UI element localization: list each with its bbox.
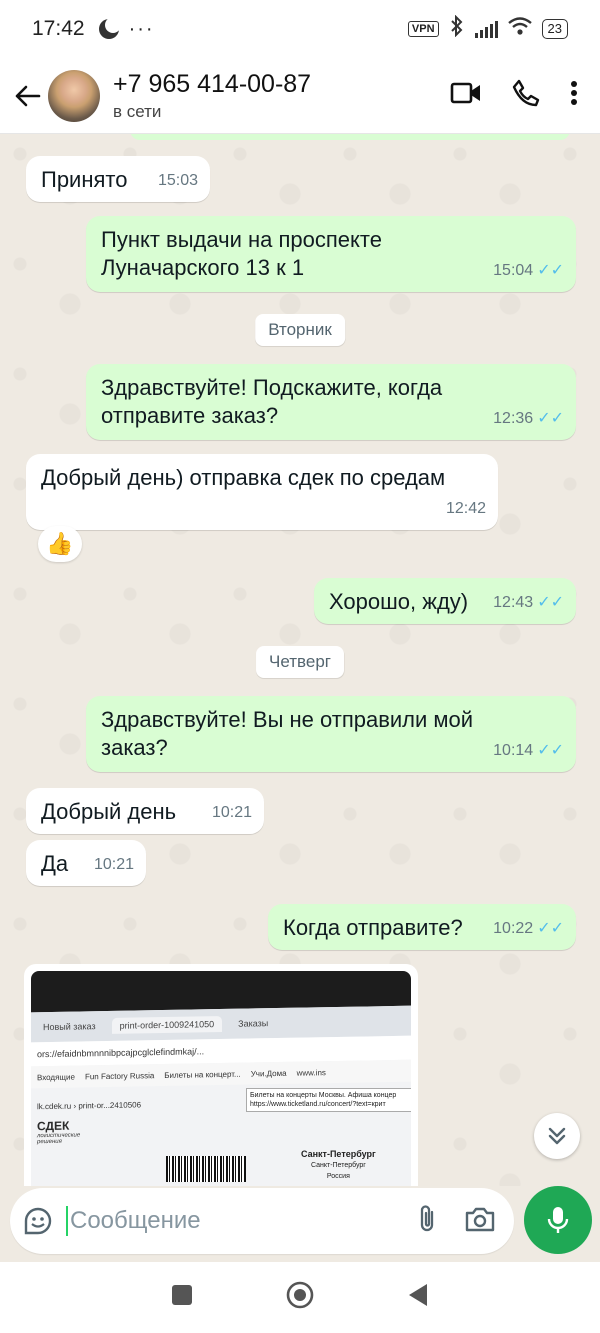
more-vertical-icon [571, 81, 577, 105]
message-text: Здравствуйте! Вы не отправили мой заказ? [101, 707, 474, 760]
message-text: Добрый день [41, 799, 177, 824]
message-input[interactable]: Сообщение [70, 1207, 201, 1235]
recents-button[interactable] [171, 1284, 193, 1311]
message-text: Здравствуйте! Подскажите, когда отправит… [101, 375, 443, 428]
day-separator: Вторник [255, 314, 345, 346]
barcode [166, 1156, 246, 1182]
message-time: 15:03 [157, 172, 198, 189]
double-chevron-down-icon [548, 1127, 566, 1145]
photo-bookmark: Fun Factory Russia [84, 1070, 155, 1081]
message-out[interactable]: Здравствуйте! Подскажите, когда отправит… [86, 364, 576, 440]
vpn-icon: VPN [407, 21, 439, 37]
message-composer: Сообщение [0, 1186, 600, 1262]
square-icon [172, 1285, 192, 1305]
voice-record-button[interactable] [524, 1186, 592, 1254]
photo-image: Новый заказ print-order-1009241050 Заказ… [31, 971, 411, 1186]
photo-bookmark: Учи.Дома [250, 1068, 287, 1078]
message-text: Пункт выдачи на проспекте Луначарского 1… [101, 227, 382, 280]
message-out[interactable]: Пункт выдачи на проспекте Луначарского 1… [86, 216, 576, 292]
message-text: Да [41, 851, 69, 876]
photo-tab-text: Новый заказ [43, 1021, 96, 1033]
voice-call-button[interactable] [512, 79, 540, 112]
sticker-icon [24, 1207, 52, 1235]
status-bar: 17:42 ··· VPN 23 [0, 0, 600, 58]
wifi-icon [507, 16, 532, 42]
back-button[interactable] [6, 75, 48, 117]
bluetooth-icon [449, 14, 465, 43]
scroll-to-bottom-button[interactable] [534, 1113, 580, 1159]
phone-icon [512, 79, 540, 107]
signal-icon [474, 20, 498, 38]
attach-button[interactable] [416, 1203, 438, 1240]
chat-header: +7 965 414-00-87 в сети [0, 58, 600, 134]
message-in[interactable]: Добрый день 10:21 [26, 788, 264, 834]
message-time: 15:04 [493, 262, 534, 279]
message-time: 12:43 [493, 594, 534, 611]
triangle-back-icon [409, 1284, 427, 1306]
back-nav-button[interactable] [407, 1283, 429, 1312]
contact-name: +7 965 414-00-87 [113, 69, 312, 98]
read-ticks-icon: ✓✓ [537, 410, 564, 427]
photo-city: Санкт-Петербург Санкт-Петербург Россия [301, 1149, 376, 1180]
read-ticks-icon: ✓✓ [537, 742, 564, 759]
camera-icon [465, 1207, 495, 1231]
message-time: 10:21 [93, 856, 134, 873]
message-out[interactable]: Хорошо, жду) 12:43 ✓✓ [314, 578, 576, 624]
message-text: Принято [41, 167, 128, 192]
message-in[interactable]: Добрый день) отправка сдек по средам 12:… [26, 454, 498, 530]
photo-bookmark: Входящие [37, 1072, 75, 1082]
circle-icon [286, 1281, 314, 1309]
message-in[interactable]: Принято 15:03 [26, 156, 210, 202]
photo-tab-text: Заказы [238, 1018, 269, 1029]
battery-icon: 23 [541, 19, 568, 39]
message-out[interactable]: Здравствуйте! Вы не отправили мой заказ?… [86, 696, 576, 772]
cdek-logo: СДЕК [37, 1118, 70, 1134]
paperclip-icon [420, 1204, 434, 1231]
contact-status: в сети [113, 101, 162, 121]
more-notifications-icon: ··· [128, 17, 155, 40]
cdek-subtitle: логистические решения [37, 1132, 81, 1146]
chat-area[interactable]: Принято 15:03 Пункт выдачи на проспекте … [0, 134, 600, 1186]
message-photo[interactable]: Новый заказ print-order-1009241050 Заказ… [24, 964, 418, 1186]
message-text: Когда отправите? [283, 915, 463, 940]
message-out[interactable]: Когда отправите? 10:22 ✓✓ [268, 904, 576, 950]
camera-button[interactable] [464, 1205, 496, 1238]
avatar[interactable] [48, 69, 100, 122]
read-ticks-icon: ✓✓ [537, 594, 564, 611]
system-nav-bar [0, 1262, 600, 1333]
message-input-box[interactable]: Сообщение [10, 1188, 514, 1254]
do-not-disturb-icon [98, 17, 121, 39]
read-ticks-icon: ✓✓ [537, 262, 564, 279]
photo-tab-text: print-order-1009241050 [111, 1015, 223, 1034]
message-time: 10:14 [493, 742, 534, 759]
sticker-emoji-button[interactable] [22, 1205, 54, 1237]
video-call-button[interactable] [450, 81, 482, 110]
home-button[interactable] [285, 1280, 315, 1315]
text-cursor [66, 1206, 68, 1236]
arrow-left-icon [15, 85, 41, 106]
photo-bookmark: Билеты на концерт... [164, 1069, 241, 1080]
microphone-icon [547, 1207, 569, 1233]
message-text: Хорошо, жду) [329, 589, 469, 614]
message-time: 10:21 [211, 804, 252, 821]
clock: 17:42 [32, 17, 85, 40]
photo-bookmark: www.ins [296, 1067, 326, 1078]
message-in[interactable]: Да 10:21 [26, 840, 146, 886]
read-ticks-icon: ✓✓ [537, 920, 564, 937]
photo-tooltip: Билеты на концерты Москвы. Афиша концер … [246, 1088, 411, 1112]
day-separator: Четверг [256, 646, 344, 678]
message-time: 12:42 [445, 500, 486, 517]
video-camera-icon [450, 82, 480, 104]
contact-info[interactable]: +7 965 414-00-87 в сети [113, 70, 311, 122]
message-time: 12:36 [493, 410, 534, 427]
message-time: 10:22 [493, 920, 534, 937]
reaction-thumbs-up-icon[interactable]: 👍 [38, 526, 82, 562]
menu-button[interactable] [570, 80, 578, 111]
message-text: Добрый день) отправка сдек по средам [41, 465, 446, 490]
